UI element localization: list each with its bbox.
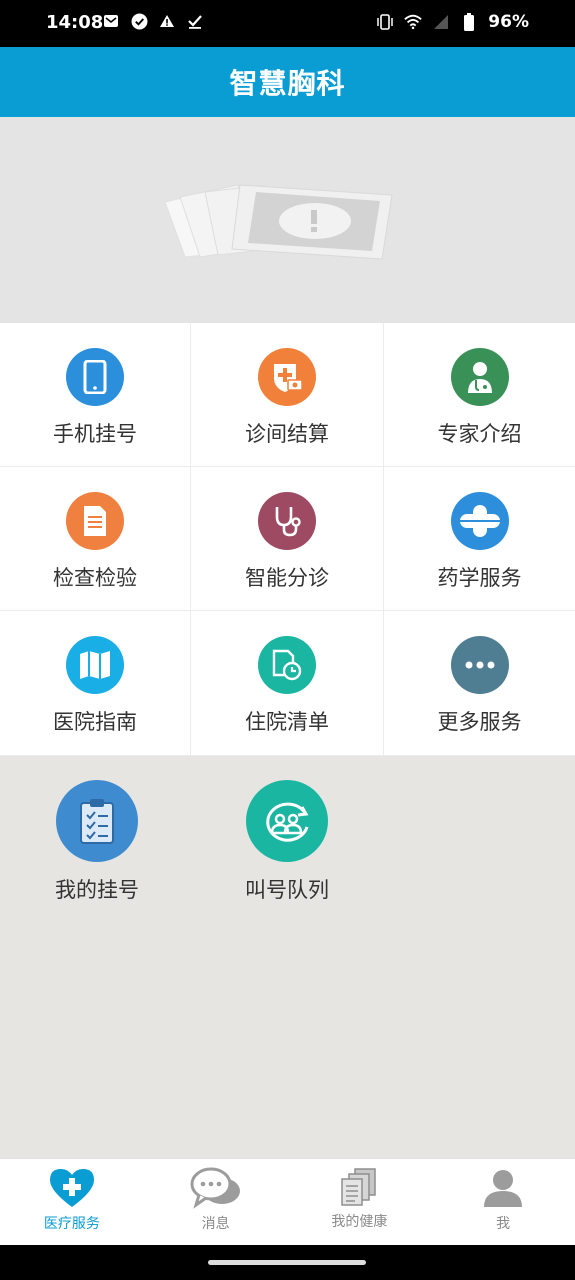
signal-icon xyxy=(432,13,450,31)
quick-label: 我的挂号 xyxy=(55,878,139,902)
grid-item-label: 更多服务 xyxy=(437,710,522,734)
banner-image[interactable] xyxy=(0,117,575,323)
map-icon xyxy=(66,636,124,694)
stethoscope-icon xyxy=(258,492,316,550)
grid-item-more-services[interactable]: 更多服务 xyxy=(384,611,575,756)
tab-label: 我的健康 xyxy=(331,1214,388,1230)
wifi-icon xyxy=(404,13,422,31)
tab-label: 医疗服务 xyxy=(43,1216,100,1232)
grid-item-label: 住院清单 xyxy=(245,710,329,734)
pill-icon xyxy=(450,492,509,550)
tab-me[interactable]: 我 xyxy=(431,1159,575,1246)
grid-item-inpatient-list[interactable]: 住院清单 xyxy=(191,611,384,756)
status-bar: 14:08 96% xyxy=(0,0,575,47)
app-bar: 智慧胸科 xyxy=(0,47,575,117)
check-circle-icon xyxy=(130,12,148,30)
grid-item-hospital-guide[interactable]: 医院指南 xyxy=(0,611,191,756)
tab-label: 我 xyxy=(496,1216,511,1232)
heart-plus-icon xyxy=(49,1169,94,1207)
tab-label: 消息 xyxy=(201,1216,230,1232)
grid-item-label: 医院指南 xyxy=(53,710,137,734)
grid-item-clinic-settlement[interactable]: 诊间结算 xyxy=(191,323,384,467)
page-title: 智慧胸科 xyxy=(229,67,346,100)
user-icon xyxy=(484,1170,523,1207)
grid-item-label: 药学服务 xyxy=(437,566,522,590)
grid-item-label: 检查检验 xyxy=(53,566,137,590)
clipboard-list-icon xyxy=(56,780,138,862)
clipboard-clock-icon xyxy=(258,636,316,694)
chat-icon xyxy=(190,1167,240,1209)
warning-icon xyxy=(158,12,176,30)
vibrate-icon xyxy=(376,13,394,31)
mail-icon xyxy=(102,12,120,30)
grid-item-pharmacy-service[interactable]: 药学服务 xyxy=(384,467,575,611)
check-icon xyxy=(186,12,204,30)
more-icon xyxy=(450,636,509,694)
grid-item-label: 智能分诊 xyxy=(245,566,329,590)
queue-icon xyxy=(246,780,328,862)
quick-call-queue[interactable]: 叫号队列 xyxy=(207,780,367,904)
grid-item-label: 诊间结算 xyxy=(245,422,329,446)
quick-my-registration[interactable]: 我的挂号 xyxy=(17,780,177,904)
grid-item-mobile-registration[interactable]: 手机挂号 xyxy=(0,323,191,467)
tab-messages[interactable]: 消息 xyxy=(144,1159,288,1246)
quick-label: 叫号队列 xyxy=(245,878,329,902)
files-icon xyxy=(341,1168,377,1206)
system-nav-bar xyxy=(0,1245,575,1280)
phone-icon xyxy=(66,348,124,406)
status-time: 14:08 xyxy=(46,12,104,33)
image-placeholder-icon xyxy=(164,184,393,260)
battery-icon xyxy=(460,13,478,31)
home-gesture-bar[interactable] xyxy=(208,1260,366,1265)
document-icon xyxy=(66,492,124,550)
grid-item-exam-test[interactable]: 检查检验 xyxy=(0,467,191,611)
grid-item-label: 手机挂号 xyxy=(53,422,137,446)
doctor-icon xyxy=(450,348,509,406)
bottom-tab-bar: 医疗服务 消息 我的健康 我 xyxy=(0,1158,575,1246)
battery-percentage: 96% xyxy=(488,12,529,32)
grid-item-expert-intro[interactable]: 专家介绍 xyxy=(384,323,575,467)
grid-item-label: 专家介绍 xyxy=(437,422,522,446)
medical-card-icon xyxy=(258,348,316,406)
services-grid: 手机挂号 诊间结算 专家介绍 检查检验 智能分诊 药学服务 医院指南 住院清单 … xyxy=(0,323,575,756)
grid-item-smart-triage[interactable]: 智能分诊 xyxy=(191,467,384,611)
tab-medical-services[interactable]: 医疗服务 xyxy=(0,1159,144,1246)
tab-my-health[interactable]: 我的健康 xyxy=(288,1159,432,1246)
